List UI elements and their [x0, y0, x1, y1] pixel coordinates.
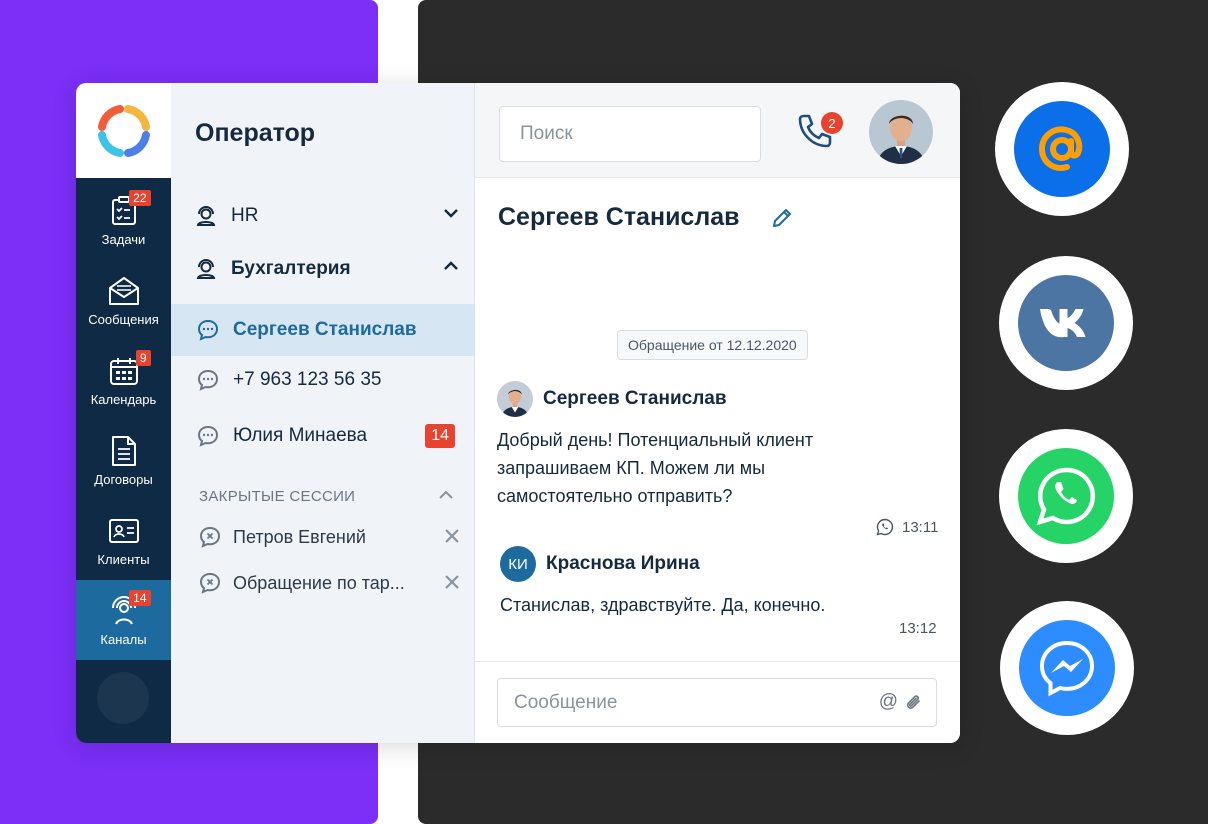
department-label: HR — [231, 205, 259, 226]
calendar-badge: 9 — [135, 349, 151, 366]
channel-mail-ru[interactable] — [995, 82, 1129, 216]
messenger-icon — [1039, 640, 1095, 697]
closed-session-label: Петров Евгений — [233, 526, 366, 547]
rail-item-calendar[interactable]: 9 Календарь — [76, 340, 171, 420]
divider — [475, 661, 960, 662]
tasks-badge: 22 — [129, 189, 151, 206]
chat-label: +7 963 123 56 35 — [233, 369, 382, 390]
at-sign-icon — [1038, 126, 1083, 171]
message-placeholder: Сообщение — [514, 691, 618, 713]
message-line: самостоятельно отправить? — [497, 486, 733, 506]
closed-chat-icon — [199, 526, 221, 548]
rail-item-clients[interactable]: Клиенты — [76, 500, 171, 580]
man-portrait-icon — [869, 100, 933, 164]
closed-session-item[interactable]: Обращение по тар... — [199, 568, 459, 598]
channel-messenger[interactable] — [1000, 601, 1134, 735]
channels-badge: 14 — [129, 589, 151, 606]
rail-item-channels[interactable]: 14 Каналы — [76, 580, 171, 660]
message-time: 13:12 — [899, 620, 937, 637]
operator-panel: Оператор HR Бухгалтерия Сергеев Станисла… — [171, 83, 475, 743]
messages-icon — [108, 276, 139, 305]
avatar — [497, 381, 533, 417]
rail-item-tasks[interactable]: 22 Задачи — [76, 180, 171, 260]
calendar-icon — [109, 357, 138, 385]
chat-bubble-icon — [197, 369, 219, 391]
rail-item-label: Сообщения — [88, 311, 159, 327]
message-header: Сергеев Станислав — [497, 381, 727, 417]
rail-item-label: Договоры — [94, 471, 153, 487]
channel-whatsapp[interactable] — [999, 429, 1133, 563]
message-line: запрашиваем КП. Можем ли мы — [497, 458, 766, 478]
message-time-label: 13:11 — [902, 518, 939, 536]
closed-sessions-heading: ЗАКРЫТЫЕ СЕССИИ — [199, 488, 356, 505]
whatsapp-icon — [876, 518, 894, 536]
chat-bubble-icon — [197, 425, 219, 447]
message-line: Станислав, здравствуйте. Да, конечно. — [500, 595, 826, 615]
chevron-up-icon[interactable] — [438, 490, 454, 500]
rail-item-label: Задачи — [101, 231, 146, 247]
chat-main: Поиск 2 Сергеев Станислав Обращение от 1… — [475, 83, 960, 743]
search-placeholder: Поиск — [520, 123, 573, 144]
chat-item-minaeva[interactable]: Юлия Минаева 14 — [171, 410, 475, 462]
vk-icon — [1040, 309, 1086, 338]
message-text: Станислав, здравствуйте. Да, конечно. — [500, 591, 825, 619]
closed-session-label: Обращение по тар... — [233, 572, 405, 593]
whatsapp-icon — [1036, 467, 1096, 526]
chevron-up-icon[interactable] — [443, 261, 459, 271]
message-time: 13:11 — [876, 518, 938, 536]
department-label: Бухгалтерия — [231, 258, 351, 279]
unread-badge: 14 — [425, 424, 455, 448]
chat-item-sergeev[interactable]: Сергеев Станислав — [171, 304, 475, 356]
chat-bubble-icon — [197, 319, 219, 341]
chat-label: Сергеев Станислав — [233, 319, 417, 340]
logo-icon — [97, 104, 150, 157]
avatar: КИ — [500, 546, 536, 582]
conversation-title: Сергеев Станислав — [498, 203, 740, 231]
paperclip-icon[interactable] — [904, 692, 924, 714]
department-hr[interactable]: HR — [195, 199, 459, 233]
user-avatar[interactable] — [869, 100, 933, 164]
channel-vk-bg — [1018, 275, 1114, 371]
mention-button[interactable]: @ — [879, 691, 898, 713]
channel-mail-ru-bg — [1014, 101, 1110, 197]
message-header: КИ Краснова Ирина — [500, 546, 700, 582]
top-bar: Поиск 2 — [475, 83, 960, 178]
message-input[interactable]: Сообщение @ — [497, 678, 937, 727]
close-icon[interactable] — [445, 575, 459, 589]
message-time-label: 13:12 — [899, 620, 937, 637]
search-input[interactable]: Поиск — [499, 106, 761, 162]
rail-item-label: Календарь — [90, 391, 157, 407]
message-text: Добрый день! Потенциальный клиент запраш… — [497, 426, 813, 510]
channel-whatsapp-bg — [1018, 448, 1114, 544]
message-line: Добрый день! Потенциальный клиент — [497, 430, 814, 450]
chat-label: Юлия Минаева — [233, 425, 368, 446]
client-card-icon — [108, 518, 139, 543]
chevron-down-icon[interactable] — [443, 208, 459, 218]
operator-headset-icon — [196, 259, 216, 279]
operator-headset-icon — [196, 206, 216, 226]
panel-title: Оператор — [195, 119, 316, 147]
closed-session-item[interactable]: Петров Евгений — [199, 522, 459, 552]
date-chip: Обращение от 12.12.2020 — [617, 330, 808, 360]
department-accounting[interactable]: Бухгалтерия — [195, 252, 459, 286]
closed-chat-icon — [199, 572, 221, 594]
man-portrait-icon — [497, 381, 533, 417]
rail-profile-avatar[interactable] — [97, 672, 149, 724]
rail-item-contracts[interactable]: Договоры — [76, 420, 171, 500]
crm-app-window: 22 Задачи Сообщения 9 Календарь Договоры… — [76, 83, 960, 743]
message-author: Сергеев Станислав — [543, 388, 727, 409]
rail-item-label: Каналы — [100, 631, 147, 647]
app-logo[interactable] — [76, 83, 171, 178]
rail-item-messages[interactable]: Сообщения — [76, 260, 171, 340]
document-icon — [111, 435, 136, 466]
chat-item-phone[interactable]: +7 963 123 56 35 — [171, 354, 475, 406]
pencil-icon[interactable] — [771, 207, 793, 229]
channel-messenger-bg — [1019, 620, 1115, 716]
channel-vk[interactable] — [999, 256, 1133, 390]
rail-item-label: Клиенты — [97, 551, 150, 567]
nav-rail: 22 Задачи Сообщения 9 Календарь Договоры… — [76, 83, 171, 743]
message-author: Краснова Ирина — [546, 553, 700, 574]
missed-calls-badge: 2 — [821, 112, 843, 134]
close-icon[interactable] — [445, 529, 459, 543]
